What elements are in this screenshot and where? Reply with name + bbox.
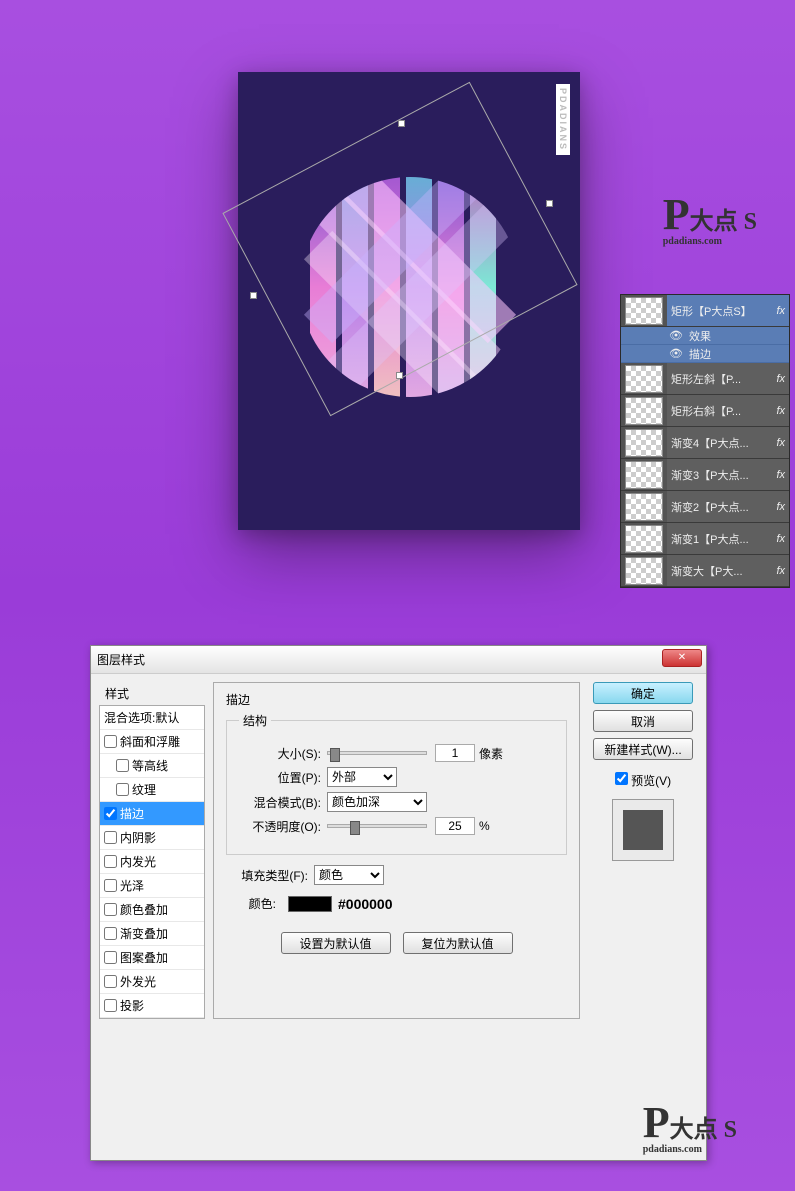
size-unit: 像素 <box>479 745 503 762</box>
opacity-input[interactable] <box>435 817 475 835</box>
layer-name: 矩形【P大点S】 <box>667 295 789 326</box>
filltype-label: 填充类型(F): <box>226 867 308 884</box>
style-item-texture[interactable]: 纹理 <box>100 778 204 802</box>
style-checkbox[interactable] <box>104 807 117 820</box>
transform-handle[interactable] <box>398 120 405 127</box>
size-input[interactable] <box>435 744 475 762</box>
layer-row-active[interactable]: 矩形【P大点S】 fx <box>621 295 789 327</box>
size-slider[interactable] <box>327 751 427 755</box>
style-checkbox[interactable] <box>104 855 117 868</box>
style-checkbox[interactable] <box>104 999 117 1012</box>
dialog-title: 图层样式 <box>97 651 145 668</box>
preview-checkbox[interactable] <box>615 772 628 785</box>
styles-header: 样式 <box>99 682 205 705</box>
blend-label: 混合模式(B): <box>239 794 321 811</box>
layer-row[interactable]: 渐变3【P大点...fx <box>621 459 789 491</box>
style-item-inner-glow[interactable]: 内发光 <box>100 850 204 874</box>
style-checkbox[interactable] <box>104 903 117 916</box>
style-item-inner-shadow[interactable]: 内阴影 <box>100 826 204 850</box>
color-hex: #000000 <box>338 896 393 912</box>
style-checkbox[interactable] <box>104 735 117 748</box>
style-checkbox[interactable] <box>104 951 117 964</box>
styles-column: 样式 混合选项:默认 斜面和浮雕 等高线 纹理 描边 内阴影 内发光 光泽 颜色… <box>99 682 205 1019</box>
preview-box <box>612 799 674 861</box>
group-legend: 结构 <box>239 712 271 729</box>
style-item-pattern-overlay[interactable]: 图案叠加 <box>100 946 204 970</box>
canvas-area: PDADIANS P大点 S pdadians.com 矩形【P大点S】 fx … <box>0 0 795 620</box>
style-checkbox[interactable] <box>104 927 117 940</box>
layer-row[interactable]: 渐变1【P大点...fx <box>621 523 789 555</box>
style-item-drop-shadow[interactable]: 投影 <box>100 994 204 1018</box>
poster-tag: PDADIANS <box>556 84 570 155</box>
poster: PDADIANS <box>238 72 580 530</box>
layer-stroke-row[interactable]: 👁描边 <box>621 345 789 363</box>
layers-panel[interactable]: 矩形【P大点S】 fx 👁效果 👁描边 矩形左斜【P...fx 矩形右斜【P..… <box>620 294 790 588</box>
style-checkbox[interactable] <box>116 759 129 772</box>
color-label: 颜色: <box>226 895 276 912</box>
transform-handle[interactable] <box>250 292 257 299</box>
reset-default-button[interactable]: 复位为默认值 <box>403 932 513 954</box>
style-item-outer-glow[interactable]: 外发光 <box>100 970 204 994</box>
styles-list: 混合选项:默认 斜面和浮雕 等高线 纹理 描边 内阴影 内发光 光泽 颜色叠加 … <box>99 705 205 1019</box>
style-item-satin[interactable]: 光泽 <box>100 874 204 898</box>
fx-badge[interactable]: fx <box>776 305 785 317</box>
layer-row[interactable]: 渐变4【P大点...fx <box>621 427 789 459</box>
new-style-button[interactable]: 新建样式(W)... <box>593 738 693 760</box>
layer-effects-row[interactable]: 👁效果 <box>621 327 789 345</box>
position-label: 位置(P): <box>239 769 321 786</box>
stroke-settings: 描边 结构 大小(S): 像素 位置(P): 外部 混合模式(B): 颜色加深 <box>213 682 580 1019</box>
style-item-blend[interactable]: 混合选项:默认 <box>100 706 204 730</box>
dialog-buttons: 确定 取消 新建样式(W)... 预览(V) <box>588 682 698 1019</box>
transform-handle[interactable] <box>546 200 553 207</box>
filltype-select[interactable]: 颜色 <box>314 865 384 885</box>
layer-thumb <box>625 297 663 325</box>
style-checkbox[interactable] <box>104 975 117 988</box>
size-label: 大小(S): <box>239 745 321 762</box>
opacity-unit: % <box>479 819 490 833</box>
layer-row[interactable]: 渐变2【P大点...fx <box>621 491 789 523</box>
visibility-eye-icon[interactable]: 👁 <box>669 347 683 360</box>
style-item-stroke[interactable]: 描边 <box>100 802 204 826</box>
layer-row[interactable]: 矩形左斜【P...fx <box>621 363 789 395</box>
layer-row[interactable]: 矩形右斜【P...fx <box>621 395 789 427</box>
close-button[interactable]: ✕ <box>662 649 702 667</box>
position-select[interactable]: 外部 <box>327 767 397 787</box>
set-default-button[interactable]: 设置为默认值 <box>281 932 391 954</box>
watermark: P大点 S pdadians.com <box>643 1103 737 1155</box>
cancel-button[interactable]: 取消 <box>593 710 693 732</box>
layer-style-dialog: 图层样式 ✕ 样式 混合选项:默认 斜面和浮雕 等高线 纹理 描边 内阴影 内发… <box>90 645 707 1161</box>
visibility-eye-icon[interactable]: 👁 <box>669 329 683 342</box>
ok-button[interactable]: 确定 <box>593 682 693 704</box>
style-checkbox[interactable] <box>116 783 129 796</box>
opacity-label: 不透明度(O): <box>239 818 321 835</box>
color-swatch[interactable] <box>288 896 332 912</box>
structure-group: 结构 大小(S): 像素 位置(P): 外部 混合模式(B): 颜色加深 不透明… <box>226 712 567 855</box>
layer-row[interactable]: 渐变大【P大...fx <box>621 555 789 587</box>
transform-handle[interactable] <box>396 372 403 379</box>
style-checkbox[interactable] <box>104 831 117 844</box>
style-item-contour[interactable]: 等高线 <box>100 754 204 778</box>
panel-title: 描边 <box>226 691 567 708</box>
preview-swatch <box>623 810 663 850</box>
opacity-slider[interactable] <box>327 824 427 828</box>
preview-toggle[interactable]: 预览(V) <box>615 772 671 789</box>
blend-select[interactable]: 颜色加深 <box>327 792 427 812</box>
transform-box[interactable] <box>222 82 577 417</box>
style-item-color-overlay[interactable]: 颜色叠加 <box>100 898 204 922</box>
dialog-titlebar[interactable]: 图层样式 ✕ <box>91 646 706 674</box>
style-checkbox[interactable] <box>104 879 117 892</box>
style-item-bevel[interactable]: 斜面和浮雕 <box>100 730 204 754</box>
style-item-gradient-overlay[interactable]: 渐变叠加 <box>100 922 204 946</box>
watermark: P大点 S pdadians.com <box>663 195 757 247</box>
